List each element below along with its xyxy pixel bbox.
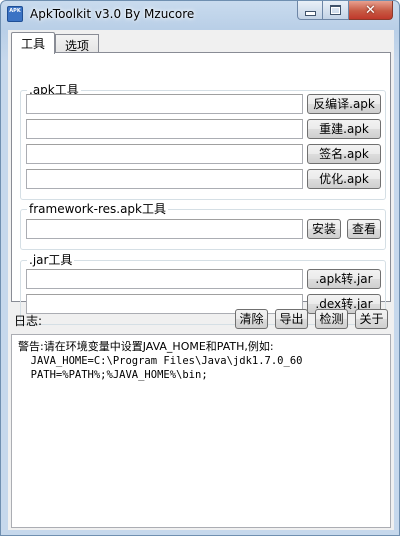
- close-icon: ✕: [365, 2, 376, 18]
- framework-input[interactable]: [26, 219, 303, 239]
- jar-tools-legend: .jar工具: [29, 253, 73, 267]
- clear-log-button[interactable]: 清除: [235, 309, 268, 329]
- log-textarea[interactable]: 警告:请在环境变量中设置JAVA_HOME和PATH,例如: JAVA_HOME…: [11, 334, 391, 528]
- tab-options[interactable]: 选项: [55, 34, 100, 54]
- client-area: 工具 选项 .apk工具 反编译.apk 重建.apk 签名.apk 优化.ap…: [8, 30, 394, 530]
- sign-apk-button[interactable]: 签名.apk: [307, 144, 381, 164]
- tools-panel: .apk工具 反编译.apk 重建.apk 签名.apk 优化.apk fram…: [11, 52, 391, 325]
- close-button[interactable]: ✕: [349, 1, 393, 20]
- minimize-icon: [304, 10, 316, 16]
- about-button[interactable]: 关于: [355, 309, 388, 329]
- framework-tools-legend: framework-res.apk工具: [29, 202, 166, 216]
- tab-strip: 工具 选项: [11, 32, 100, 54]
- view-framework-button[interactable]: 查看: [347, 219, 381, 239]
- decompile-apk-button[interactable]: 反编译.apk: [307, 94, 381, 114]
- install-framework-button[interactable]: 安装: [307, 219, 341, 239]
- log-label: 日志:: [14, 314, 43, 328]
- log-line: 警告:请在环境变量中设置JAVA_HOME和PATH,例如:: [18, 340, 274, 353]
- log-line: JAVA_HOME=C:\Program Files\Java\jdk1.7.0…: [18, 355, 303, 367]
- check-button[interactable]: 检测: [315, 309, 348, 329]
- log-line: PATH=%PATH%;%JAVA_HOME%\bin;: [18, 369, 208, 381]
- maximize-icon: [330, 5, 341, 15]
- apk-input-sign[interactable]: [26, 144, 303, 164]
- optimize-apk-button[interactable]: 优化.apk: [307, 169, 381, 189]
- caption-buttons: ✕: [297, 1, 393, 20]
- window-title: ApkToolkit v3.0 By Mzucore: [30, 7, 195, 21]
- apk-input-decompile[interactable]: [26, 94, 303, 114]
- maximize-button[interactable]: [323, 1, 349, 20]
- minimize-button[interactable]: [297, 1, 323, 20]
- apk-app-icon: APK: [7, 6, 23, 22]
- apk-input-rebuild[interactable]: [26, 119, 303, 139]
- title-bar[interactable]: APK ApkToolkit v3.0 By Mzucore ✕: [1, 1, 399, 29]
- rebuild-apk-button[interactable]: 重建.apk: [307, 119, 381, 139]
- app-window: APK ApkToolkit v3.0 By Mzucore ✕ 工具 选项 .…: [0, 0, 400, 536]
- export-log-button[interactable]: 导出: [275, 309, 308, 329]
- tab-tools[interactable]: 工具: [11, 32, 56, 54]
- apk-input-optimize[interactable]: [26, 169, 303, 189]
- apk-to-jar-input[interactable]: [26, 269, 303, 289]
- apk-to-jar-button[interactable]: .apk转.jar: [307, 269, 381, 289]
